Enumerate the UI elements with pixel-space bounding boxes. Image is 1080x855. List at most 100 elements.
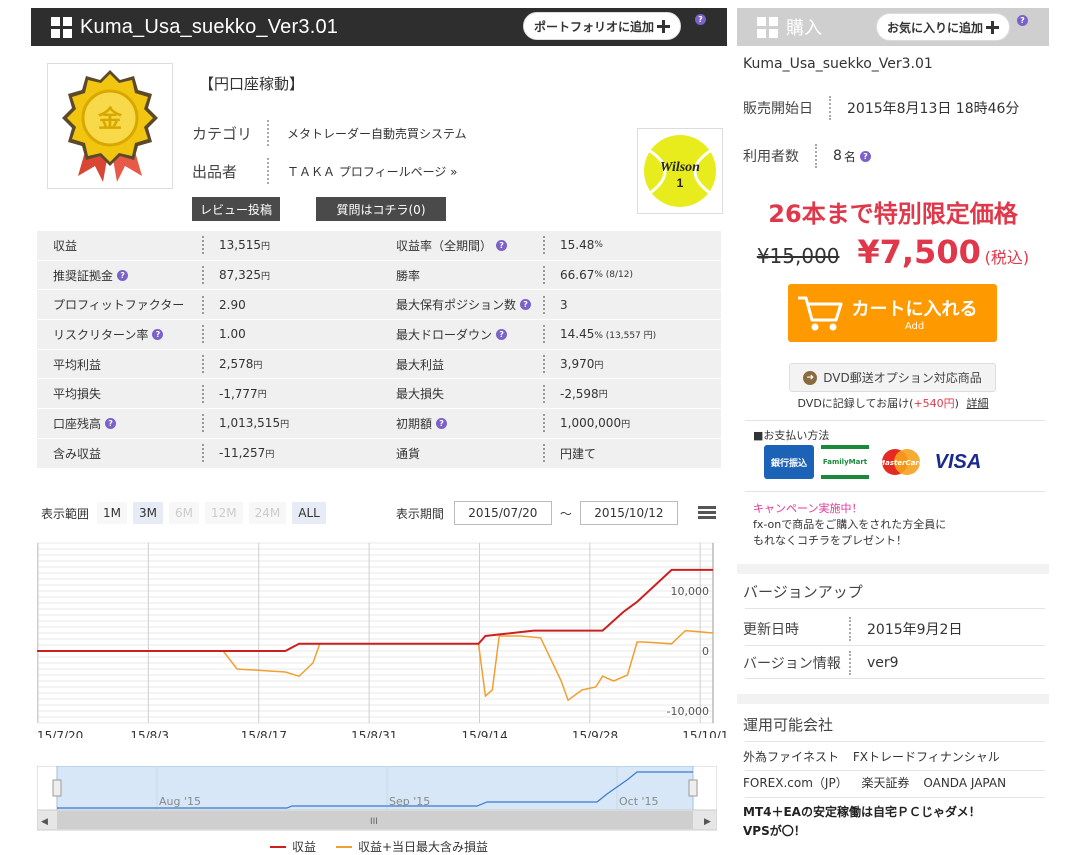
seller-link[interactable]: ＴＡＫＡ プロフィールページ » [287,163,458,180]
help-icon[interactable]: ? [496,328,508,340]
version-row: バージョン情報 ver9 [743,651,899,675]
broker-item[interactable]: FOREX.com（JP） [743,776,848,790]
range-24m-button[interactable]: 24M [248,502,287,524]
add-portfolio-button[interactable]: ポートフォリオに追加 [523,12,682,40]
purchase-product-name: Kuma_Usa_suekko_Ver3.01 [743,56,933,72]
nav-right-handle[interactable] [688,779,698,797]
x-tick-label: 15/8/17 [241,729,287,738]
stat-value: 66.67% (8/12) [543,266,633,285]
help-icon[interactable]: ? [496,239,508,251]
grid-icon [51,16,72,38]
broker-item[interactable]: 外為ファイネスト [743,750,839,764]
visa-icon: VISA [934,450,982,473]
legend-profit-plus-float[interactable]: 収益+当日最大含み損益 [335,838,488,855]
chart-navigator[interactable]: Aug '15 Sep '15 Oct '15 ◀ ▶ III [37,766,717,832]
broker-item[interactable]: 楽天証券 [862,776,910,790]
vps-line-2[interactable]: VPSが〇！ [743,822,806,839]
dvd-detail-link[interactable]: 詳細 [966,397,988,410]
tennis-ball-icon: Wilson 1 [644,135,716,207]
stat-label-text: 最大保有ポジション数 [396,298,517,313]
dvd-price: +540円 [913,397,955,410]
review-button[interactable]: レビュー投稿 [192,197,280,221]
scroll-grip-icon: III [370,817,378,827]
dotted-separator [849,651,851,675]
range-1m-button[interactable]: 1M [97,502,128,524]
nav-left-arrow-icon[interactable]: ◀ [41,817,48,827]
help-icon[interactable]: ? [1017,15,1028,26]
version-label: バージョン情報 [743,656,841,672]
stats-row: プロフィットファクター 2.90 最大保有ポジション数? 3 [37,290,721,321]
stat-value: 87,325 円 [202,266,388,285]
range-all-button[interactable]: ALL [292,502,326,524]
help-icon[interactable]: ? [695,14,706,25]
stat-unit: 円 [598,390,608,401]
campaign-title[interactable]: キャンペーン実施中！ [753,500,862,516]
plus-icon [657,19,671,33]
price-row: ¥15,000 ¥7,500 (税込) [737,233,1049,271]
broker-list-row-2: FOREX.com（JP） 楽天証券 OANDA JAPAN [743,774,1006,791]
stat-unit: 円 [594,360,604,371]
profit-line-chart[interactable]: 15/7/20 15/8/3 15/8/17 15/8/31 15/9/14 15/9/2… [37,533,727,738]
stat-label-text: 推奨証拠金 [53,268,114,283]
campaign-line-1: fx-onで商品をご購入をされた方全員に [753,518,947,531]
help-icon[interactable]: ? [436,417,448,429]
dvd-note: DVDに記録してお届け(+540円) 詳細 [737,395,1049,411]
stat-value: 1.00 [202,325,388,344]
divider [745,608,1045,609]
chart-menu-icon[interactable] [697,506,716,520]
category-value[interactable]: メタトレーダー自動売買システム [287,125,467,142]
nav-left-handle[interactable] [52,779,62,797]
stat-unit: 円 [261,271,271,282]
help-icon[interactable]: ? [117,269,129,281]
stat-value-text: 1,000,000 [560,416,622,431]
purchase-title: 購入 [786,18,822,39]
help-icon[interactable]: ? [859,150,871,162]
stats-row: 収益 13,515 円収益率（全期間）? 15.48% [37,231,721,261]
users-row: 利用者数 8 名 ? [743,144,871,168]
sale-price: ¥7,500 [857,233,981,271]
cart-sub-label: Add [904,320,925,332]
sale-start-label: 販売開始日 [743,101,813,117]
purchase-title-bar: 購入 お気に入りに追加 ? [737,8,1049,46]
promo-headline: 26本まで特別限定価格 [768,200,1018,228]
range-3m-button[interactable]: 3M [133,502,164,524]
nav-right-arrow-icon[interactable]: ▶ [704,817,711,827]
medal-icon: 金 [62,70,158,182]
ball-number: 1 [677,176,684,190]
stat-unit: 円 [261,241,271,252]
stat-label-text: 最大損失 [396,387,445,402]
y-tick-label: -10,000 [667,705,709,718]
divider [745,491,1045,492]
stat-value: 15.48% [543,236,603,255]
date-to-input[interactable]: 2015/10/12 [579,501,678,525]
stat-label-text: 初期額 [396,416,433,431]
stat-value-text: 2.90 [219,297,246,312]
range-6m-button[interactable]: 6M [169,502,200,524]
date-from-input[interactable]: 2015/07/20 [453,501,552,525]
vps-line-1[interactable]: MT4＋EAの安定稼働は自宅ＰＣじゃダメ！ [743,803,981,820]
chart-range-bar: 表示範囲 1M 3M 6M 12M 24M ALL 表示期間 2015/07/2… [41,501,717,525]
stat-label: リスクリターン率? [37,320,202,349]
stat-label: 最大ドローダウン? [388,320,543,349]
legend-profit[interactable]: 収益 [269,838,316,855]
stats-row: 口座残高? 1,013,515 円初期額? 1,000,000 円 [37,409,721,439]
stat-label: 最大利益 [388,350,543,379]
dvd-option-button[interactable]: ➜ DVD郵送オプション対応商品 [789,363,996,392]
broker-item[interactable]: OANDA JAPAN [923,776,1006,790]
help-icon[interactable]: ? [520,299,532,311]
cart-icon [798,296,843,331]
stat-label-text: 収益 [53,238,78,253]
range-12m-button[interactable]: 12M [205,502,243,524]
help-icon[interactable]: ? [152,328,164,340]
product-title-bar: Kuma_Usa_suekko_Ver3.01 ポートフォリオに追加 ? [31,8,727,46]
stat-unit: % (13,557 円) [594,330,657,341]
question-button[interactable]: 質問はコチラ(0) [316,197,446,221]
x-tick-label: 15/10/12 [682,729,727,738]
stat-label-text: 収益率（全期間） [396,238,493,253]
add-favorite-button[interactable]: お気に入りに追加 [876,13,1011,41]
nav-label-aug: Aug '15 [159,795,201,808]
broker-item[interactable]: FXトレードフィナンシャル [853,750,1000,764]
stat-label: 平均利益 [37,350,202,379]
help-icon[interactable]: ? [105,417,117,429]
add-to-cart-button[interactable]: カートに入れる Add [788,284,997,342]
